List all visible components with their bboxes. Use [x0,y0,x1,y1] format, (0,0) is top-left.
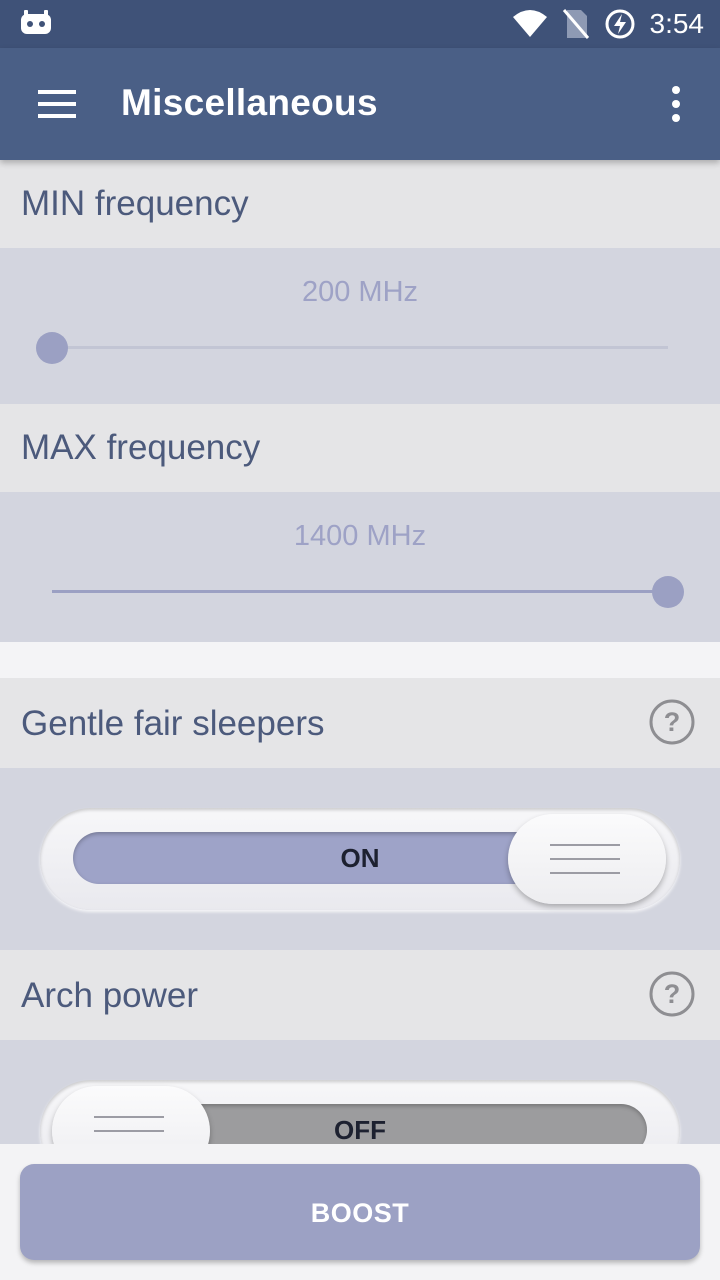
toggle-knob[interactable] [52,1086,210,1144]
min-frequency-header: MIN frequency [0,160,720,248]
cyanogen-icon [21,10,51,34]
battery-charging-icon [605,9,634,39]
boost-button[interactable]: BOOST [20,1164,700,1260]
hamburger-menu-icon[interactable] [30,78,82,130]
grip-lines-icon [550,844,620,876]
gentle-fair-sleepers-panel: ON [0,768,720,950]
wifi-icon [512,10,547,37]
min-frequency-slider-thumb[interactable] [36,332,68,364]
svg-text:?: ? [664,979,681,1009]
bottom-bar: BOOST [0,1144,720,1280]
max-frequency-slider-fill [52,590,668,593]
max-frequency-header: MAX frequency [0,404,720,492]
max-frequency-value: 1400 MHz [293,520,427,552]
arch-power-label: Arch power [21,976,199,1015]
max-frequency-panel: 1400 MHz [0,492,720,642]
svg-text:?: ? [664,707,681,737]
max-frequency-slider[interactable] [52,590,668,593]
gentle-fair-sleepers-toggle[interactable]: ON [40,808,680,910]
max-frequency-slider-thumb[interactable] [652,576,684,608]
status-bar: 3:54 [0,0,720,48]
toggle-knob[interactable] [508,814,666,904]
app-bar: Miscellaneous [0,48,720,160]
more-vert-icon[interactable] [656,78,692,130]
help-circle-icon[interactable]: ? [648,698,696,746]
arch-power-panel: OFF [0,1040,720,1144]
no-sim-icon [562,9,589,39]
gentle-fair-sleepers-header: Gentle fair sleepers ? [0,678,720,768]
page-title: Miscellaneous [121,82,378,123]
min-frequency-value: 200 MHz [301,276,419,308]
arch-power-toggle[interactable]: OFF [40,1080,680,1144]
help-circle-icon[interactable]: ? [648,970,696,1018]
gentle-fair-sleepers-label: Gentle fair sleepers [21,704,325,743]
status-time: 3:54 [649,8,705,39]
min-frequency-label: MIN frequency [21,184,249,223]
min-frequency-panel: 200 MHz [0,248,720,404]
arch-power-header: Arch power ? [0,950,720,1040]
section-divider [0,642,720,678]
max-frequency-label: MAX frequency [21,428,261,467]
grip-lines-icon [94,1116,164,1144]
min-frequency-slider[interactable] [52,346,668,349]
